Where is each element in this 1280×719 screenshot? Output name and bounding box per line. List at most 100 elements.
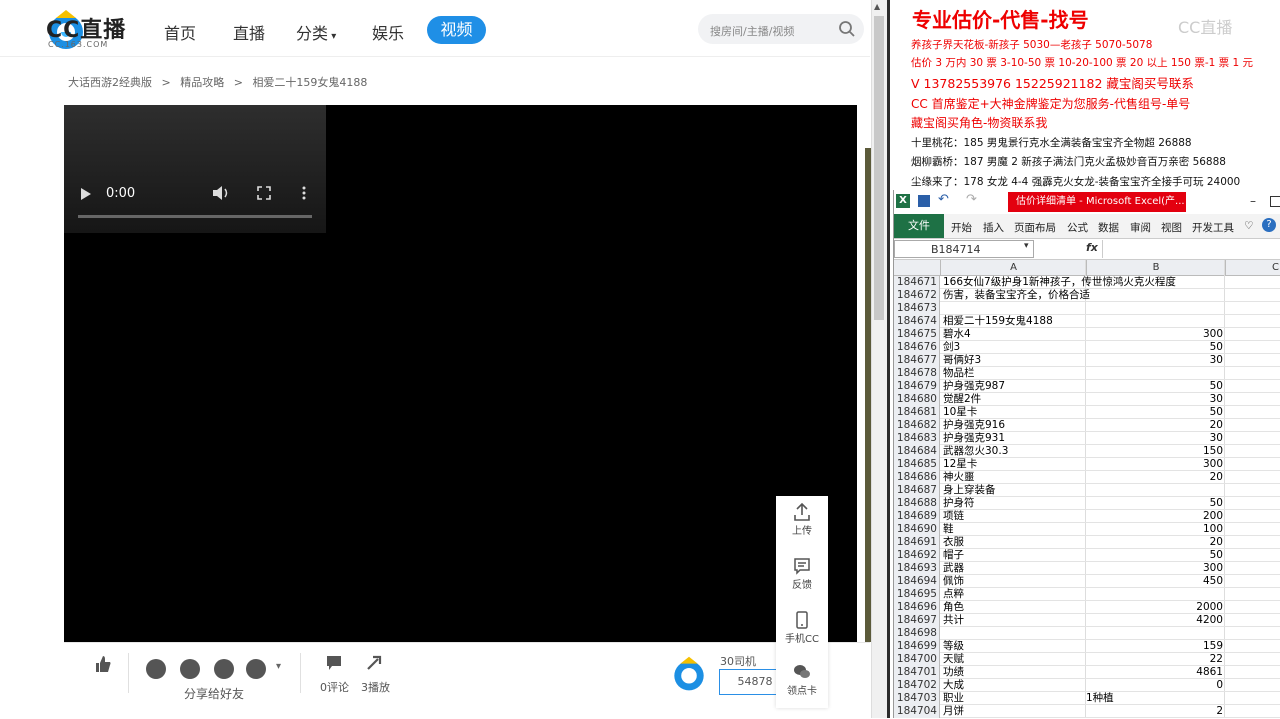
cell-a[interactable]: 等级 — [943, 640, 1085, 653]
row-number[interactable]: 184676 — [894, 341, 940, 354]
column-header-b[interactable]: B — [1086, 260, 1225, 275]
row-number[interactable]: 184680 — [894, 393, 940, 406]
cell-a[interactable]: 衣服 — [943, 536, 1085, 549]
cell-a[interactable]: 大成 — [943, 679, 1085, 692]
cell-b[interactable]: 150 — [1086, 445, 1223, 458]
cell-b[interactable]: 159 — [1086, 640, 1223, 653]
row-number[interactable]: 184673 — [894, 302, 940, 315]
row-number[interactable]: 184700 — [894, 653, 940, 666]
comment-icon[interactable] — [326, 655, 342, 671]
row-number[interactable]: 184687 — [894, 484, 940, 497]
table-row[interactable]: 184693 武器 300 — [894, 562, 1280, 575]
avatar[interactable] — [670, 655, 708, 693]
mobile-cc-button[interactable]: 手机CC — [776, 604, 828, 656]
cell-a[interactable]: 天赋 — [943, 653, 1085, 666]
tab-home[interactable]: 开始 — [951, 220, 972, 235]
cell-b[interactable]: 22 — [1086, 653, 1223, 666]
cell-a[interactable]: 鞋 — [943, 523, 1085, 536]
row-number[interactable]: 184690 — [894, 523, 940, 536]
nav-video-active[interactable]: 视频 — [427, 16, 486, 44]
formula-input[interactable] — [1102, 240, 1280, 258]
cell-a[interactable]: 166女仙7级护身1新神孩子，传世惊鸿火克火程度 — [943, 276, 1176, 289]
cell-a[interactable]: 功绩 — [943, 666, 1085, 679]
table-row[interactable]: 184686 神火噩 20 — [894, 471, 1280, 484]
table-row[interactable]: 184698 — [894, 627, 1280, 640]
cell-b[interactable]: 100 — [1086, 523, 1223, 536]
cell-a[interactable]: 碧水4 — [943, 328, 1085, 341]
row-number[interactable]: 184699 — [894, 640, 940, 653]
row-number[interactable]: 184701 — [894, 666, 940, 679]
breadcrumb-guide[interactable]: 精品攻略 — [180, 76, 224, 89]
row-number[interactable]: 184689 — [894, 510, 940, 523]
name-box[interactable]: B184714 — [894, 240, 1034, 258]
cell-b[interactable]: 50 — [1086, 549, 1223, 562]
table-row[interactable]: 184697 共计 4200 — [894, 614, 1280, 627]
volume-icon[interactable] — [212, 185, 230, 201]
tab-developer[interactable]: 开发工具 — [1192, 220, 1234, 235]
row-number[interactable]: 184671 — [894, 276, 940, 289]
table-row[interactable]: 184678 物品栏 — [894, 367, 1280, 380]
cell-a[interactable]: 神火噩 — [943, 471, 1085, 484]
cell-a[interactable]: 10星卡 — [943, 406, 1085, 419]
cell-b[interactable]: 4200 — [1086, 614, 1223, 627]
minimize-icon[interactable]: – — [1250, 194, 1256, 208]
row-number[interactable]: 184692 — [894, 549, 940, 562]
row-number[interactable]: 184682 — [894, 419, 940, 432]
table-row[interactable]: 184700 天赋 22 — [894, 653, 1280, 666]
table-row[interactable]: 184683 护身强克931 30 — [894, 432, 1280, 445]
ribbon-collapse-icon[interactable]: ♡ — [1244, 220, 1253, 232]
row-number[interactable]: 184678 — [894, 367, 940, 380]
fullscreen-icon[interactable] — [257, 186, 271, 200]
chevron-right-icon[interactable]: › — [858, 368, 863, 382]
video-progress-bar[interactable] — [78, 215, 312, 218]
chevron-down-icon[interactable]: ▾ — [1024, 241, 1029, 251]
tab-page-layout[interactable]: 页面布局 — [1014, 220, 1056, 235]
redo-icon[interactable]: ↷ — [966, 192, 977, 207]
cell-a[interactable]: 相爱二十159女鬼4188 — [943, 315, 1085, 328]
nav-entertainment[interactable]: 娱乐 — [372, 20, 404, 44]
cell-a[interactable]: 12星卡 — [943, 458, 1085, 471]
spreadsheet-grid[interactable]: 184671 166女仙7级护身1新神孩子，传世惊鸿火克火程度 184672 伤害，装… — [894, 276, 1280, 718]
row-number[interactable]: 184686 — [894, 471, 940, 484]
cell-a[interactable]: 哥俩好3 — [943, 354, 1085, 367]
row-number[interactable]: 184695 — [894, 588, 940, 601]
tab-review[interactable]: 审阅 — [1130, 220, 1151, 235]
table-row[interactable]: 184689 项链 200 — [894, 510, 1280, 523]
cell-b[interactable]: 2 — [1086, 705, 1223, 718]
cell-b[interactable]: 30 — [1086, 432, 1223, 445]
table-row[interactable]: 184703 职业 1种植 — [894, 692, 1280, 705]
row-number[interactable]: 184704 — [894, 705, 940, 718]
table-row[interactable]: 184681 10星卡 50 — [894, 406, 1280, 419]
cell-b[interactable]: 20 — [1086, 536, 1223, 549]
cell-b[interactable]: 50 — [1086, 341, 1223, 354]
cell-b[interactable]: 300 — [1086, 328, 1223, 341]
like-icon[interactable] — [94, 655, 112, 673]
cell-a[interactable]: 剑3 — [943, 341, 1085, 354]
table-row[interactable]: 184676 剑3 50 — [894, 341, 1280, 354]
upload-button[interactable]: 上传 — [776, 496, 828, 548]
table-row[interactable]: 184674 相爱二十159女鬼4188 — [894, 315, 1280, 328]
cell-b[interactable]: 50 — [1086, 380, 1223, 393]
table-row[interactable]: 184687 身上穿装备 — [894, 484, 1280, 497]
table-row[interactable]: 184684 武器忽火30.3 150 — [894, 445, 1280, 458]
table-row[interactable]: 184704 月饼 2 — [894, 705, 1280, 718]
table-row[interactable]: 184677 哥俩好3 30 — [894, 354, 1280, 367]
row-number[interactable]: 184675 — [894, 328, 940, 341]
cell-a[interactable]: 身上穿装备 — [943, 484, 1085, 497]
row-number[interactable]: 184688 — [894, 497, 940, 510]
save-icon[interactable] — [918, 195, 930, 207]
nav-home[interactable]: 首页 — [164, 20, 196, 44]
undo-icon[interactable]: ↶ — [938, 192, 949, 207]
row-number[interactable]: 184684 — [894, 445, 940, 458]
chevron-down-icon[interactable]: ▾ — [276, 661, 281, 672]
row-number[interactable]: 184672 — [894, 289, 940, 302]
cell-b[interactable]: 0 — [1086, 679, 1223, 692]
row-number[interactable]: 184681 — [894, 406, 940, 419]
search-input[interactable]: 搜房间/主播/视频 — [710, 23, 794, 39]
table-row[interactable]: 184690 鞋 100 — [894, 523, 1280, 536]
cell-b[interactable]: 450 — [1086, 575, 1223, 588]
search-box[interactable]: 搜房间/主播/视频 — [698, 14, 864, 44]
row-number[interactable]: 184702 — [894, 679, 940, 692]
cell-a[interactable]: 武器 — [943, 562, 1085, 575]
cell-b[interactable]: 20 — [1086, 471, 1223, 484]
